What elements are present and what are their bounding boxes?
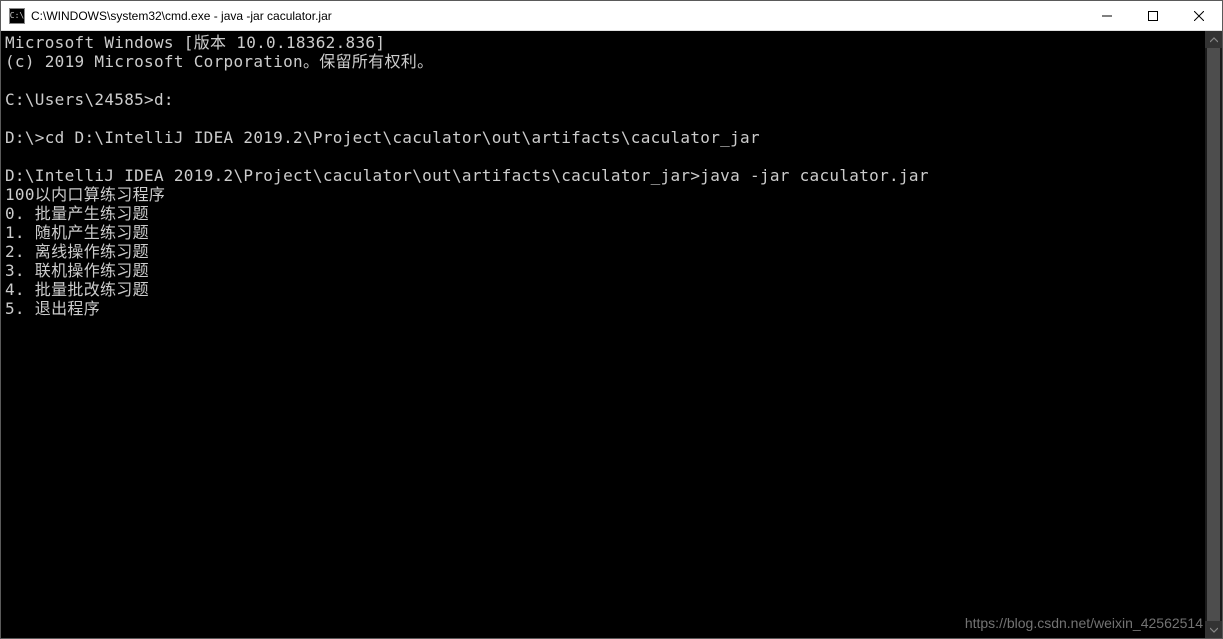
terminal-output: Microsoft Windows [版本 10.0.18362.836] (c… (5, 33, 1204, 318)
close-button[interactable] (1176, 1, 1222, 30)
close-icon (1194, 11, 1204, 21)
scroll-thumb[interactable] (1207, 48, 1220, 621)
vertical-scrollbar[interactable] (1205, 31, 1222, 638)
titlebar[interactable]: C:\ C:\WINDOWS\system32\cmd.exe - java -… (1, 1, 1222, 31)
minimize-icon (1102, 11, 1112, 21)
maximize-button[interactable] (1130, 1, 1176, 30)
chevron-down-icon (1210, 626, 1218, 634)
minimize-button[interactable] (1084, 1, 1130, 30)
maximize-icon (1148, 11, 1158, 21)
cmd-window: C:\ C:\WINDOWS\system32\cmd.exe - java -… (0, 0, 1223, 639)
terminal-viewport[interactable]: Microsoft Windows [版本 10.0.18362.836] (c… (1, 31, 1222, 638)
scroll-track[interactable] (1205, 48, 1222, 621)
window-title: C:\WINDOWS\system32\cmd.exe - java -jar … (31, 9, 1084, 23)
scroll-down-button[interactable] (1205, 621, 1222, 638)
window-controls (1084, 1, 1222, 30)
scroll-up-button[interactable] (1205, 31, 1222, 48)
cmd-icon: C:\ (9, 8, 25, 24)
watermark-text: https://blog.csdn.net/weixin_42562514 (965, 615, 1203, 631)
chevron-up-icon (1210, 36, 1218, 44)
